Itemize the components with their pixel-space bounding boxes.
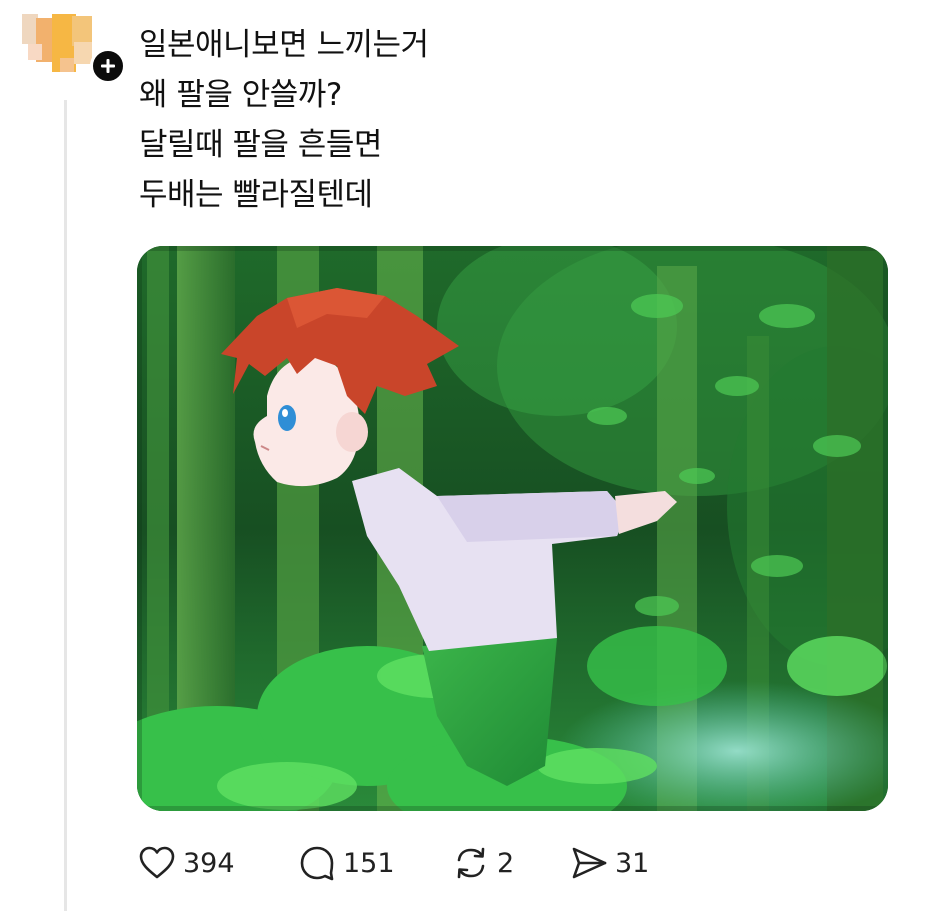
post-line-2: 왜 팔을 안쓸까? xyxy=(139,77,342,113)
plus-icon xyxy=(101,59,115,73)
thread-line xyxy=(64,100,67,911)
post-line-4: 두배는 빨라질텐데 xyxy=(139,177,373,213)
post-line-1: 일본애니보면 느끼는거 xyxy=(139,27,429,63)
share-count: 31 xyxy=(615,847,650,879)
anime-boy-running-forest-image xyxy=(137,246,888,811)
repost-count: 2 xyxy=(497,847,515,879)
post-body: 일본애니보면 느끼는거 왜 팔을 안쓸까? 달릴때 팔을 흔들면 두배는 빨라질… xyxy=(139,20,919,220)
speech-bubble-icon xyxy=(300,846,334,881)
post-image[interactable] xyxy=(137,246,888,811)
reply-count: 151 xyxy=(343,847,395,879)
follow-button[interactable] xyxy=(90,48,126,84)
repost-arrows-icon xyxy=(457,847,485,879)
like-button[interactable]: 394 xyxy=(137,843,287,883)
repost-button[interactable]: 2 xyxy=(451,843,569,883)
share-button[interactable]: 31 xyxy=(569,843,679,883)
send-arrow-icon xyxy=(572,847,607,879)
author-avatar-area[interactable] xyxy=(22,14,126,84)
post-actions: 394 151 2 31 xyxy=(137,838,679,888)
reply-button[interactable]: 151 xyxy=(297,843,445,883)
heart-icon xyxy=(139,846,175,879)
like-count: 394 xyxy=(183,847,235,879)
post-line-3: 달릴때 팔을 흔들면 xyxy=(139,127,382,163)
